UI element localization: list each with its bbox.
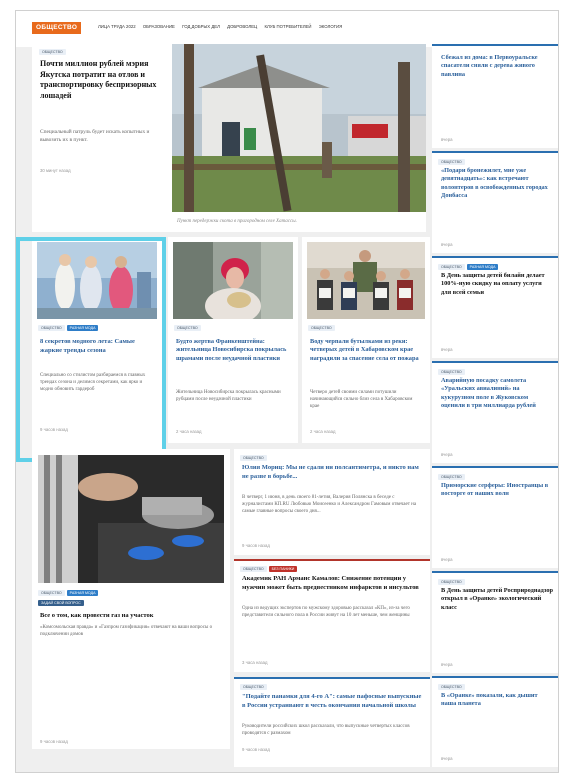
tag-badge[interactable]: БЕЗ ПАНИКИ <box>268 566 298 572</box>
sidebar-item-time: вчера <box>441 557 453 562</box>
card-time: 2 часа назад <box>310 429 336 434</box>
card-panamki[interactable]: ОБЩЕСТВО "Подайте панамки для 4-го А": с… <box>234 677 430 767</box>
sidebar-item[interactable]: ОБЩЕСТВО Аварийную посадку самолета «Ура… <box>432 361 558 463</box>
card-time: 9 часов назад <box>242 747 270 752</box>
tag-badge[interactable]: ОБЩЕСТВО <box>39 49 66 55</box>
featured-photo[interactable] <box>172 44 426 212</box>
tag-badge[interactable]: ОБЩЕСТВО <box>438 159 465 165</box>
tag-badge[interactable]: ОБЩЕСТВО <box>174 325 201 331</box>
nav-link[interactable]: КЛУБ ПОТРЕБИТЕЛЕЙ <box>264 24 311 29</box>
sidebar-item-title[interactable]: В «Оранке» показали, как дышит наша план… <box>441 692 553 709</box>
nav-links: ЛИЦА ТРУДА 2022 ОБРАЗОВАНИЕ ГОД ДОБРЫХ Д… <box>98 24 348 29</box>
sidebar-item-time: вчера <box>441 347 453 352</box>
news-page: ОБЩЕСТВО ЛИЦА ТРУДА 2022 ОБРАЗОВАНИЕ ГОД… <box>15 10 559 773</box>
card-gas[interactable]: ОБЩЕСТВО РАЗНАЯ МОДА ЗАДАЙ СВОЙ ВОПРОС Вс… <box>32 449 230 749</box>
sidebar-item-title[interactable]: В День защиты детей Росприроднадзор откр… <box>441 587 553 612</box>
sidebar-item-title[interactable]: «Подари бронежилет, мне уже девятнадцать… <box>441 167 553 201</box>
sidebar-item-title[interactable]: Аварийную посадку самолета «Уральских ав… <box>441 377 553 411</box>
card-photo[interactable] <box>173 242 293 319</box>
sidebar-item[interactable]: ОБЩЕСТВО РАЗНАЯ МОДА В День защиты детей … <box>432 256 558 358</box>
card-title[interactable]: Воду черпали бутылками из реки: четверых… <box>310 338 424 363</box>
sidebar-item-time: вчера <box>441 756 453 761</box>
sidebar-item-time: вчера <box>441 242 453 247</box>
card-moritz[interactable]: ОБЩЕСТВО Юлия Мориц: Мы не сдали ни полс… <box>234 449 430 555</box>
tag-badge[interactable]: ОБЩЕСТВО <box>38 590 65 596</box>
top-nav: ОБЩЕСТВО ЛИЦА ТРУДА 2022 ОБРАЗОВАНИЕ ГОД… <box>16 11 558 47</box>
sidebar-item-time: вчера <box>441 137 453 142</box>
tag-badge[interactable]: ОБЩЕСТВО <box>240 566 267 572</box>
card-photo[interactable] <box>38 455 224 583</box>
sidebar-item[interactable]: ОБЩЕСТВО В День защиты детей Росприродна… <box>432 571 558 673</box>
tag-badge[interactable]: ОБЩЕСТВО <box>438 369 465 375</box>
sidebar-item-title[interactable]: Сбежал из дома: в Первоуральске спасател… <box>441 54 553 79</box>
card-kamalov[interactable]: ОБЩЕСТВО БЕЗ ПАНИКИ Академик РАН Арманс К… <box>234 559 430 672</box>
nav-link[interactable]: ГОД ДОБРЫХ ДЕЛ <box>182 24 220 29</box>
rubric-badge[interactable]: ОБЩЕСТВО <box>32 22 82 34</box>
card-time: 9 часов назад <box>40 739 68 744</box>
tag-badge[interactable]: ЗАДАЙ СВОЙ ВОПРОС <box>38 600 84 606</box>
card-title[interactable]: Будто жертва Франкенштейна: жительница Н… <box>176 338 290 363</box>
card-photo[interactable] <box>307 242 425 319</box>
card-lead: Четверо детей своими силами потушили нач… <box>310 390 413 409</box>
sidebar-item[interactable]: ОБЩЕСТВО «Подари бронежилет, мне уже дев… <box>432 151 558 253</box>
sidebar-item[interactable]: Сбежал из дома: в Первоуральске спасател… <box>432 44 558 148</box>
card-title[interactable]: Юлия Мориц: Мы не сдали ни полсантиметра… <box>242 464 420 481</box>
tag-badge[interactable]: ОБЩЕСТВО <box>240 684 267 690</box>
sidebar-item-title[interactable]: В День защиты детей билайн делает 100%-н… <box>441 272 553 297</box>
sidebar-item-title[interactable]: Приморские серферы: Иностранцы в восторг… <box>441 482 553 499</box>
tag-badge[interactable]: РАЗНАЯ МОДА <box>66 590 99 596</box>
nav-link[interactable]: ЭКОЛОГИЯ <box>319 24 343 29</box>
tag-badge[interactable]: ОБЩЕСТВО <box>438 264 465 270</box>
tag-badge[interactable]: ОБЩЕСТВО <box>438 474 465 480</box>
sidebar-item-time: вчера <box>441 662 453 667</box>
card-title[interactable]: Академик РАН Арманс Камалов: Снижение по… <box>242 575 424 592</box>
card-time: 3 часа назад <box>242 660 268 665</box>
card-lead: Руководители российских школ рассказали,… <box>242 724 410 736</box>
tag-badge[interactable]: ОБЩЕСТВО <box>308 325 335 331</box>
highlight-frame <box>16 237 166 462</box>
sidebar-item[interactable]: ОБЩЕСТВО Приморские серферы: Иностранцы … <box>432 466 558 568</box>
card-lead: «Комсомольская правда» и «Газпром газифи… <box>40 625 213 637</box>
card-title[interactable]: Все о том, как провести газ на участок <box>40 611 222 620</box>
card-lead: В четверг, 1 июня, в день своего 81-лети… <box>242 495 417 514</box>
featured-title[interactable]: Почти миллион рублей мэрия Якутска потра… <box>40 59 170 101</box>
tag-badge[interactable]: ОБЩЕСТВО <box>438 579 465 585</box>
sidebar-item-time: вчера <box>441 452 453 457</box>
card-lead: Жительница Новосибирска покрылась красны… <box>176 390 281 402</box>
card-kids[interactable]: ОБЩЕСТВО Воду черпали бутылками из реки:… <box>302 237 430 443</box>
nav-link[interactable]: ЛИЦА ТРУДА 2022 <box>98 24 136 29</box>
card-lead: Одна из ведущих экспертов по мужскому зд… <box>242 606 410 618</box>
sidebar-item[interactable]: ОБЩЕСТВО В «Оранке» показали, как дышит … <box>432 676 558 767</box>
card-title[interactable]: "Подайте панамки для 4-го А": самые пафо… <box>242 693 424 710</box>
card-surgery[interactable]: ОБЩЕСТВО Будто жертва Франкенштейна: жит… <box>168 237 298 443</box>
photo-caption: Пункт передержки скота в пригородном сел… <box>177 219 297 224</box>
nav-link[interactable]: ОБРАЗОВАНИЕ <box>143 24 175 29</box>
card-time: 2 часа назад <box>176 429 202 434</box>
tag-badge[interactable]: РАЗНАЯ МОДА <box>466 264 499 270</box>
tag-badge[interactable]: ОБЩЕСТВО <box>438 684 465 690</box>
featured-lead: Специальный патруль будет искать копытны… <box>40 129 150 143</box>
featured-time: 30 минут назад <box>40 168 71 173</box>
card-time: 9 часов назад <box>242 543 270 548</box>
tag-badge[interactable]: ОБЩЕСТВО <box>240 455 267 461</box>
nav-link[interactable]: ДОБРОВОЛЕЦ <box>227 24 257 29</box>
featured-article[interactable]: ОБЩЕСТВО Почти миллион рублей мэрия Якут… <box>32 44 426 232</box>
